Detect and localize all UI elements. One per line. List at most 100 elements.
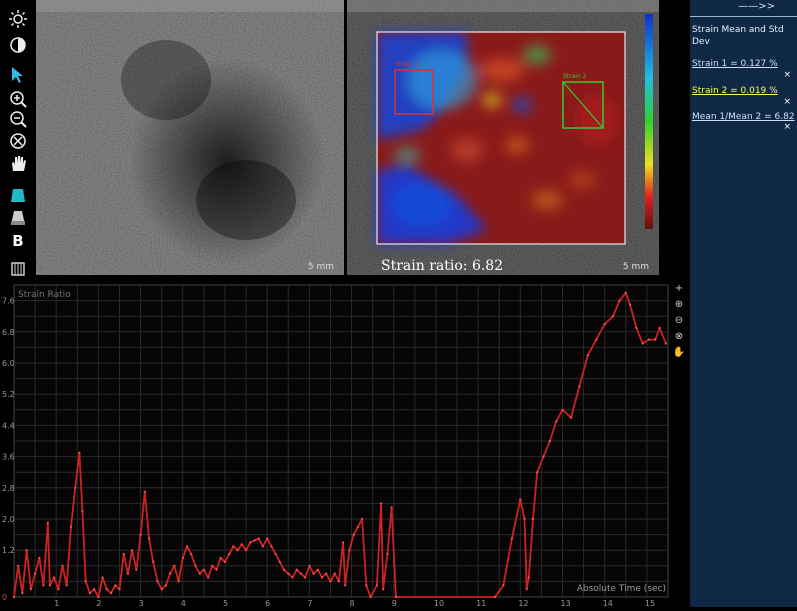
data-point (169, 572, 172, 575)
data-point (160, 588, 163, 591)
strain1-close-icon[interactable]: × (783, 70, 791, 80)
pan-hand-icon[interactable] (6, 152, 30, 174)
data-point (274, 553, 277, 556)
data-point (348, 549, 351, 552)
y-tick-label: 5.2 (2, 390, 15, 399)
data-point (316, 568, 319, 571)
data-point (253, 539, 256, 542)
data-point (223, 560, 227, 563)
data-point (207, 576, 210, 579)
data-point (181, 556, 184, 560)
data-point (135, 568, 138, 571)
mean-ratio-result[interactable]: Mean 1/Mean 2 = 6.82 (692, 112, 795, 122)
data-point (618, 299, 621, 302)
elasto-mode-icon[interactable] (6, 184, 30, 206)
graph-add-icon[interactable]: + (672, 281, 686, 295)
panel-title: Strain Mean and Std Dev (692, 25, 784, 47)
data-point (38, 556, 41, 560)
data-point (612, 315, 615, 318)
graph-zoom-controls: + ⊕ ⊖ ⊗ ✋ (672, 281, 688, 361)
data-point (219, 556, 222, 560)
data-point (228, 553, 231, 556)
x-tick-label: 3 (139, 599, 144, 607)
data-point (295, 568, 298, 571)
data-point (118, 588, 121, 591)
graph-title: Strain Ratio (18, 290, 71, 300)
data-point (312, 572, 315, 575)
data-point (249, 541, 252, 544)
data-point (510, 537, 513, 540)
mean-ratio-close-icon[interactable]: × (783, 122, 791, 132)
data-point (240, 543, 243, 546)
data-point (21, 592, 24, 595)
x-tick-label: 2 (96, 599, 101, 607)
data-point (131, 549, 134, 552)
data-point (78, 451, 81, 454)
data-point (109, 592, 113, 595)
elastography-image[interactable]: Strain 1 Strain 2 5 mm (347, 0, 659, 275)
zoom-reset-icon[interactable] (6, 130, 30, 152)
data-point (308, 564, 311, 567)
data-point (245, 549, 248, 552)
data-point (97, 595, 100, 599)
graph-zoom-out-icon[interactable]: ⊖ (672, 313, 686, 327)
data-point (523, 517, 526, 521)
data-point (595, 338, 598, 341)
data-point (342, 541, 345, 544)
data-point (536, 471, 539, 474)
strain-ratio-graph[interactable]: 0 1.2 2.0 2.8 3.6 4.4 5.2 6.0 6.8 7.6 1 2 3 4 5 6 7 8 9 10 1… (0, 279, 690, 608)
expand-arrows-icon[interactable]: ——>> (738, 1, 775, 12)
data-point (329, 580, 332, 583)
data-point (126, 572, 129, 575)
x-tick-label: 7 (307, 599, 312, 607)
strain2-result[interactable]: Strain 2 = 0.019 % (692, 86, 778, 96)
y-tick-label: 2.8 (2, 484, 15, 493)
data-point (502, 584, 505, 587)
data-point (88, 592, 91, 595)
data-point (266, 537, 269, 540)
contrast-icon[interactable] (6, 34, 30, 56)
data-point (69, 525, 73, 528)
data-point (527, 576, 530, 579)
brightness-icon[interactable] (6, 8, 30, 30)
graph-pan-icon[interactable]: ✋ (672, 345, 686, 359)
data-point (236, 549, 239, 552)
roi2-label: Strain 2 (563, 73, 587, 80)
data-point (337, 580, 340, 583)
data-point (352, 533, 355, 536)
zoom-in-icon[interactable] (6, 88, 30, 110)
dual-mode-icon[interactable] (6, 207, 30, 229)
data-point (282, 568, 286, 571)
data-point (278, 560, 281, 563)
left-scale-label: 5 mm (307, 262, 334, 272)
data-point (641, 342, 644, 345)
data-point (215, 568, 218, 571)
data-point (105, 588, 108, 591)
graph-zoom-reset-icon[interactable]: ⊗ (672, 329, 686, 343)
data-point (380, 502, 383, 505)
data-point (93, 588, 96, 591)
x-tick-label: 9 (392, 599, 397, 607)
graph-zoom-in-icon[interactable]: ⊕ (672, 297, 686, 311)
strain2-close-icon[interactable]: × (783, 97, 791, 107)
x-tick-label: 13 (561, 599, 571, 607)
data-point (382, 588, 385, 591)
x-tick-label: 11 (476, 599, 486, 607)
settings-icon[interactable] (6, 258, 30, 280)
b-mode-label: B (12, 232, 24, 250)
data-point (493, 595, 497, 599)
pointer-icon[interactable] (6, 64, 30, 86)
x-tick-label: 15 (645, 599, 655, 607)
y-tick-label: 1.2 (2, 546, 15, 555)
zoom-out-icon[interactable] (6, 108, 30, 130)
strain-colorbar (645, 14, 653, 229)
data-point (74, 486, 77, 489)
data-point (57, 588, 60, 591)
b-mode-icon[interactable]: B (6, 230, 30, 252)
bmode-image[interactable]: 5 mm (36, 0, 344, 275)
y-tick-label: 7.6 (2, 297, 15, 306)
data-point (65, 584, 68, 587)
strain1-result[interactable]: Strain 1 = 0.127 % (692, 59, 778, 69)
data-point (333, 572, 336, 575)
data-point (561, 408, 564, 411)
